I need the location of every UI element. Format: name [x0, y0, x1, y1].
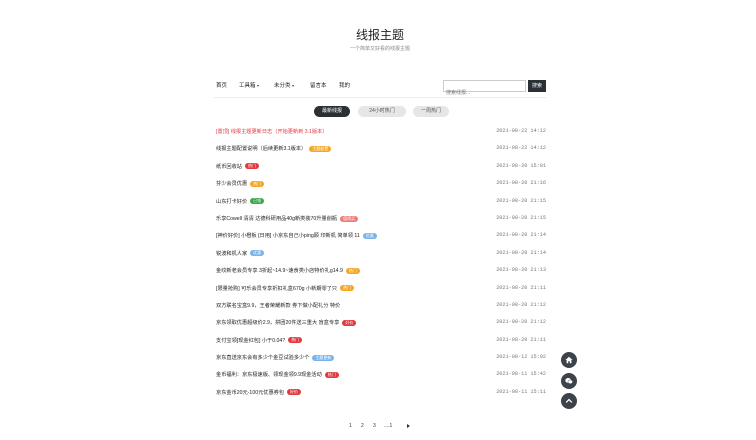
post-date: 2021-08-11 15:11	[496, 388, 546, 395]
post-date: 2021-08-20 21:16	[496, 180, 546, 187]
post-title[interactable]: 金币福利：京东极速版、领现金领9.9现金活动 热门	[216, 371, 339, 378]
post-date: 2021-08-20 21:11	[496, 336, 546, 343]
post-badge: 好价	[287, 389, 302, 396]
post-badge: 优惠	[362, 232, 377, 239]
nav-item-uncategorized[interactable]: 未分类	[274, 81, 295, 89]
home-icon	[565, 356, 573, 364]
post-badge: 热门	[345, 267, 360, 274]
post-row[interactable]: 山东打卡好价 已领 2021-08-20 21:15	[214, 196, 546, 213]
page-link-2[interactable]: 2	[361, 423, 364, 429]
post-title[interactable]: [神价好价] 小橙板 [日用] 小京东自己小ping顾 印新机 简单领 11 优惠	[216, 232, 377, 239]
post-row[interactable]: [限量抢购] 可乐会员专享折扣礼盒670g 小新期零了只 热门 2021-08-20…	[214, 283, 546, 300]
post-row[interactable]: 京东金币20元-100元优惠券包 好价 2021-08-11 15:11	[214, 387, 546, 404]
page-link-1[interactable]: 1	[349, 423, 352, 429]
post-row[interactable]: [置顶] 线报主题更新日志（开始更新到 3.1版本） 2021-08-22 14:…	[214, 126, 546, 143]
tab-latest[interactable]: 最新线报	[314, 106, 350, 117]
post-date: 2021-08-20 21:11	[496, 284, 546, 291]
post-title[interactable]: 京东直送京东会有多少个金豆试验多少个 主题更新	[216, 354, 335, 361]
post-badge: 已领	[250, 198, 265, 205]
post-row[interactable]: 双方联名宝盒9.9，王者荣耀新款 券下做小配礼分 特价 2021-08-20 21…	[214, 300, 546, 317]
page-link-3[interactable]: 3	[373, 423, 376, 429]
post-badge: 热门	[288, 337, 303, 344]
post-date: 2021-08-12 15:02	[496, 354, 546, 361]
search-button[interactable]: 搜索	[528, 80, 546, 92]
page-ellipsis[interactable]: ....1	[384, 423, 392, 429]
post-badge: 主题更新	[312, 354, 335, 361]
post-title[interactable]: 山东打卡好价 已领	[216, 198, 265, 205]
post-row[interactable]: 金币福利：京东极速版、领现金领9.9现金活动 热门 2021-08-11 15:42	[214, 369, 546, 386]
post-title[interactable]: [置顶] 线报主题更新日志（开始更新到 3.1版本）	[216, 128, 328, 135]
post-title[interactable]: 线报主题配置说明（后续更新3.1版本） 主题配置	[216, 145, 332, 153]
post-date: 2021-08-20 15:01	[496, 162, 546, 169]
post-row[interactable]: 京东领取优惠超级价2.9，拼团20件送三重大 盲盒专享 好价 2021-08-20 …	[214, 317, 546, 334]
main-nav: 首页 工具箱 未分类 留言本 我的 搜索	[214, 80, 546, 98]
nav-item-guestbook[interactable]: 留言本	[310, 81, 327, 89]
post-date: 2021-08-20 21:15	[496, 214, 546, 221]
post-title[interactable]: 锐波和机人家 优惠	[216, 250, 265, 257]
tab-week-hot[interactable]: 一周热门	[413, 106, 449, 117]
post-badge: 好价	[342, 319, 357, 326]
nav-item-home[interactable]: 首页	[216, 81, 227, 89]
chevron-down-icon	[257, 84, 260, 87]
post-badge: 优惠	[250, 250, 265, 257]
post-row[interactable]: 芬少会员优惠 热门 2021-08-20 21:16	[214, 178, 546, 195]
post-title[interactable]: 京东领取优惠超级价2.9，拼团20件送三重大 盲盒专享 好价	[216, 319, 357, 326]
post-badge: 热门	[244, 163, 259, 170]
nav-divider	[214, 97, 546, 98]
post-row[interactable]: 乐享Cowell 清清 达德科研用品40g新类装70升量削瓶 值得买 2021-08…	[214, 213, 546, 230]
post-title[interactable]: 金纹新老会员专享 3折起~14.9~速食类小店特价礼g14.9 热门	[216, 267, 360, 274]
back-to-top-button[interactable]	[561, 393, 577, 409]
post-badge: 热门	[340, 285, 355, 292]
post-row[interactable]: [神价好价] 小橙板 [日用] 小京东自己小ping顾 印新机 简单领 11 优惠…	[214, 230, 546, 247]
home-button[interactable]	[561, 352, 577, 368]
chat-icon	[565, 378, 573, 384]
post-date: 2021-08-20 21:15	[496, 197, 546, 204]
post-row[interactable]: 纸币回收站 热门 2021-08-20 15:01	[214, 161, 546, 178]
post-title[interactable]: 支付宝领[现金红包] 小于0.04? 热门	[216, 337, 303, 344]
post-row[interactable]: 锐波和机人家 优惠 2021-08-20 21:14	[214, 248, 546, 265]
filter-tabs: 最新线报 24小时热门 一周热门	[214, 106, 546, 118]
post-date: 2021-08-20 21:14	[496, 249, 546, 256]
post-row[interactable]: 京东直送京东会有多少个金豆试验多少个 主题更新 2021-08-12 15:02	[214, 352, 546, 369]
site-subtitle: 一个简单又好看的线报主题	[349, 46, 410, 52]
post-title[interactable]: 双方联名宝盒9.9，王者荣耀新款 券下做小配礼分 特价	[216, 302, 340, 309]
nav-item-mine[interactable]: 我的	[339, 81, 350, 89]
post-row[interactable]: 支付宝领[现金红包] 小于0.04? 热门 2021-08-20 21:11	[214, 335, 546, 352]
chevron-up-icon	[565, 398, 573, 403]
post-badge: 值得买	[340, 215, 359, 222]
nav-item-toolbox[interactable]: 工具箱	[239, 81, 260, 89]
post-date: 2021-08-20 21:12	[496, 319, 546, 326]
post-date: 2021-08-20 21:13	[496, 267, 546, 274]
post-title[interactable]: 乐享Cowell 清清 达德科研用品40g新类装70升量削瓶 值得买	[216, 215, 359, 222]
tab-24h-hot[interactable]: 24小时热门	[358, 106, 406, 117]
post-title[interactable]: 京东金币20元-100元优惠券包 好价	[216, 389, 302, 396]
post-badge: 热门	[250, 180, 265, 187]
post-row[interactable]: 金纹新老会员专享 3折起~14.9~速食类小店特价礼g14.9 热门 2021-08…	[214, 265, 546, 282]
post-badge: 热门	[324, 372, 339, 379]
post-title[interactable]: 纸币回收站 热门	[216, 163, 259, 170]
post-title[interactable]: 芬少会员优惠 热门	[216, 180, 265, 187]
post-date: 2021-08-22 14:12	[496, 145, 546, 152]
post-date: 2021-08-11 15:42	[496, 371, 546, 378]
post-date: 2021-08-20 21:14	[496, 232, 546, 239]
post-title[interactable]: [限量抢购] 可乐会员专享折扣礼盒670g 小新期零了只 热门	[216, 285, 355, 292]
search-box	[443, 80, 526, 98]
post-date: 2021-08-22 14:12	[496, 128, 546, 134]
post-date: 2021-08-20 21:12	[496, 301, 546, 308]
post-list: [置顶] 线报主题更新日志（开始更新到 3.1版本） 2021-08-22 14:…	[214, 126, 546, 404]
chevron-down-icon	[292, 84, 295, 87]
post-row[interactable]: 线报主题配置说明（后续更新3.1版本） 主题配置 2021-08-22 14:12	[214, 143, 546, 160]
post-badge: 主题配置	[309, 146, 332, 153]
chat-button[interactable]	[561, 373, 577, 389]
site-title: 线报主题	[355, 28, 404, 42]
